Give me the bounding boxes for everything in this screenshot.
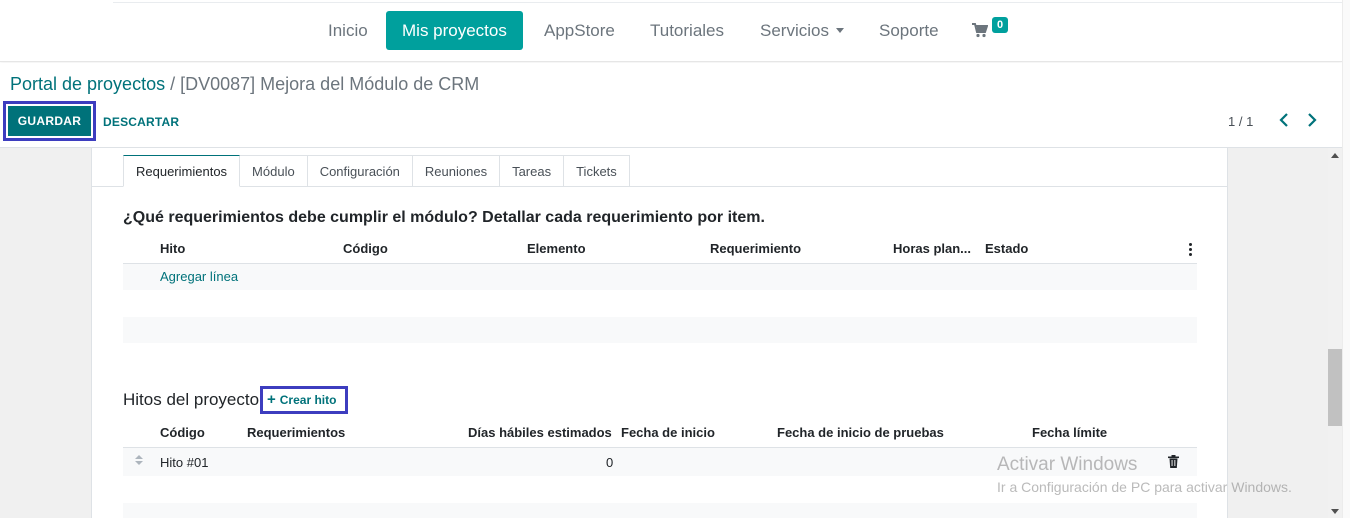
breadcrumb: Portal de proyectos / [DV0087] Mejora de… <box>10 74 479 95</box>
col-horas-plan[interactable]: Horas plan... <box>893 241 971 256</box>
requirements-table-header: Hito Código Elemento Requerimiento Horas… <box>123 235 1197 264</box>
create-milestone-label: Crear hito <box>279 393 337 407</box>
window-scrollbar[interactable] <box>1342 0 1350 518</box>
milestone-dias[interactable]: 0 <box>606 455 613 470</box>
milestones-empty-row <box>123 503 1197 518</box>
requirements-title: ¿Qué requerimientos debe cumplir el módu… <box>123 209 765 226</box>
col-codigo[interactable]: Código <box>343 241 388 256</box>
milestones-table-header: Código Requerimientos Días hábiles estim… <box>123 419 1197 448</box>
tab-requerimientos[interactable]: Requerimientos <box>123 155 241 187</box>
breadcrumb-separator: / <box>165 74 181 94</box>
pager-next-button[interactable] <box>1307 113 1317 131</box>
tab-modulo[interactable]: Módulo <box>240 155 308 187</box>
kebab-menu-icon[interactable] <box>1189 243 1192 258</box>
control-panel: Portal de proyectos / [DV0087] Mejora de… <box>0 63 1342 148</box>
top-navbar: Inicio Mis proyectos AppStore Tutoriales… <box>0 0 1342 62</box>
col-fecha-limite[interactable]: Fecha límite <box>1032 425 1107 440</box>
pager-value: 1 / 1 <box>1228 114 1254 129</box>
chevron-left-icon <box>1279 113 1288 127</box>
drag-handle-icon[interactable] <box>135 455 144 467</box>
col-requerimientos[interactable]: Requerimientos <box>247 425 345 440</box>
col-requerimiento[interactable]: Requerimiento <box>710 241 801 256</box>
scroll-down-icon[interactable] <box>1331 509 1339 514</box>
nav-servicios-label: Servicios <box>760 21 829 40</box>
milestone-codigo[interactable]: Hito #01 <box>160 455 208 470</box>
nav-soporte[interactable]: Soporte <box>863 11 955 50</box>
nav-mis-proyectos[interactable]: Mis proyectos <box>386 11 523 50</box>
nav-tutoriales[interactable]: Tutoriales <box>634 11 740 50</box>
activation-watermark-text: Ir a Configuración de PC para activar Wi… <box>997 479 1292 495</box>
tab-tickets[interactable]: Tickets <box>564 155 630 187</box>
col-hito[interactable]: Hito <box>160 241 185 256</box>
col-fecha-inicio-pruebas[interactable]: Fecha de inicio de pruebas <box>777 425 944 440</box>
tab-configuracion[interactable]: Configuración <box>307 155 413 187</box>
nav-appstore[interactable]: AppStore <box>528 11 631 50</box>
tab-reuniones[interactable]: Reuniones <box>412 155 501 187</box>
requirements-add-row <box>123 264 1197 290</box>
scroll-up-icon[interactable] <box>1331 153 1339 158</box>
breadcrumb-parent-link[interactable]: Portal de proyectos <box>10 74 165 94</box>
add-line-link[interactable]: Agregar línea <box>160 269 238 284</box>
cart-icon <box>972 23 988 38</box>
navbar-divider <box>113 2 1342 3</box>
milestones-title: Hitos del proyecto <box>123 390 260 409</box>
col-dias-habiles[interactable]: Días hábiles estimados <box>468 425 612 440</box>
col-codigo[interactable]: Código <box>160 425 205 440</box>
chevron-right-icon <box>1308 113 1317 127</box>
create-milestone-button[interactable]: + Crear hito <box>260 386 348 414</box>
save-button-highlight: GUARDAR <box>3 101 96 141</box>
col-estado[interactable]: Estado <box>985 241 1028 256</box>
col-fecha-inicio[interactable]: Fecha de inicio <box>621 425 715 440</box>
pager-previous-button[interactable] <box>1279 113 1289 131</box>
cart-button[interactable]: 0 <box>972 17 1012 44</box>
tab-tareas[interactable]: Tareas <box>500 155 565 187</box>
save-button[interactable]: GUARDAR <box>8 106 91 136</box>
discard-button[interactable]: DESCARTAR <box>103 115 179 129</box>
notebook-tabs: Requerimientos Módulo Configuración Reun… <box>123 155 630 187</box>
nav-servicios[interactable]: Servicios <box>744 11 860 50</box>
cart-count-badge: 0 <box>992 17 1008 33</box>
trash-icon[interactable] <box>1168 455 1179 468</box>
nav-inicio[interactable]: Inicio <box>312 11 384 50</box>
breadcrumb-current: [DV0087] Mejora del Módulo de CRM <box>180 74 480 94</box>
col-elemento[interactable]: Elemento <box>527 241 586 256</box>
activation-watermark-title: Activar Windows <box>997 454 1138 475</box>
chevron-down-icon <box>835 28 844 34</box>
content-scrollbar[interactable] <box>1328 148 1342 518</box>
scrollbar-thumb[interactable] <box>1328 349 1342 426</box>
plus-icon: + <box>267 391 276 408</box>
requirements-empty-row <box>123 317 1197 343</box>
